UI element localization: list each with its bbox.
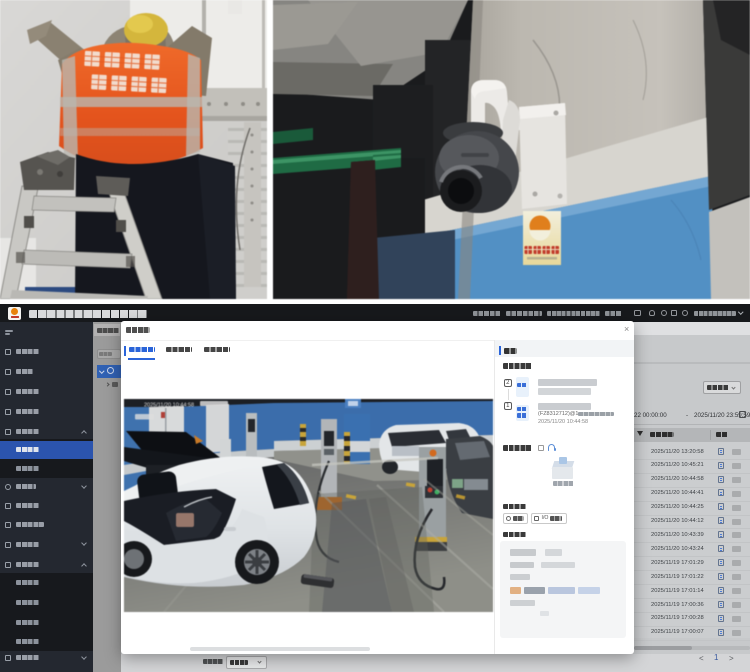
svg-text:2025/11/20 10:44:58: 2025/11/20 10:44:58 [144,403,194,409]
